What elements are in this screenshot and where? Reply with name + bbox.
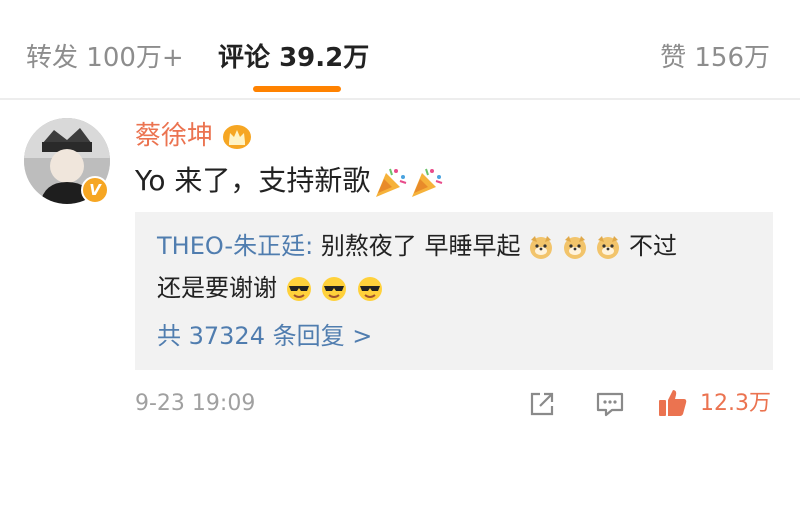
reply-preview[interactable]: THEO-朱正廷: 别熬夜了 早睡早起 不过 还是要谢谢 共 37324 条回复…: [135, 212, 773, 370]
doge-icon: [530, 236, 553, 259]
cool-face-icon: [286, 277, 311, 301]
comment-username[interactable]: 蔡徐坤: [135, 118, 213, 154]
share-icon[interactable]: [526, 388, 558, 420]
tab-repost[interactable]: 转发 100万+: [26, 40, 184, 76]
view-replies-link[interactable]: 共 37324 条回复 >: [157, 316, 372, 356]
avatar-container[interactable]: V: [24, 118, 110, 204]
reply-username[interactable]: THEO-朱正廷: [157, 232, 305, 260]
cool-face-icon: [322, 277, 347, 301]
reply-line: 还是要谢谢: [157, 268, 384, 308]
tab-bar: 转发 100万+ 评论 39.2万 赞 156万: [0, 0, 800, 98]
divider: [0, 98, 800, 100]
like-count[interactable]: 12.3万: [700, 388, 771, 420]
doge-icon: [563, 236, 586, 259]
tab-repost-count: 100万+: [86, 43, 184, 73]
cool-face-icon: [357, 277, 382, 301]
reply-text-line2: 还是要谢谢: [157, 274, 277, 302]
doge-icon: [597, 236, 620, 259]
tab-likes-label: 赞: [660, 43, 687, 73]
party-popper-emojis: [372, 161, 444, 203]
reply-line: THEO-朱正廷: 别熬夜了 早睡早起 不过: [157, 226, 677, 266]
tab-comments-label: 评论: [218, 43, 271, 73]
cool-face-emojis: [285, 274, 384, 302]
active-tab-indicator: [253, 86, 341, 92]
doge-emojis: [528, 232, 629, 260]
tab-comments[interactable]: 评论 39.2万: [218, 40, 369, 76]
comment-timestamp: 9-23 19:09: [135, 391, 256, 416]
comment-body: Yo 来了，支持新歌: [135, 160, 444, 203]
comment-icon[interactable]: [594, 388, 626, 420]
tab-comments-count: 39.2万: [279, 43, 370, 73]
reply-text-cont: 不过: [629, 232, 678, 260]
reply-text: 别熬夜了 早睡早起: [320, 232, 521, 260]
crown-icon: [223, 125, 251, 149]
reply-separator: :: [305, 232, 321, 260]
tab-repost-label: 转发: [26, 43, 79, 73]
thumbs-up-icon[interactable]: [656, 386, 690, 420]
tab-likes[interactable]: 赞 156万: [660, 40, 770, 76]
tab-likes-count: 156万: [694, 43, 770, 73]
party-popper-icon: [376, 168, 407, 197]
party-popper-icon: [412, 168, 443, 197]
comment-text: Yo 来了，支持新歌: [135, 164, 371, 197]
verified-badge-icon: V: [81, 176, 109, 204]
